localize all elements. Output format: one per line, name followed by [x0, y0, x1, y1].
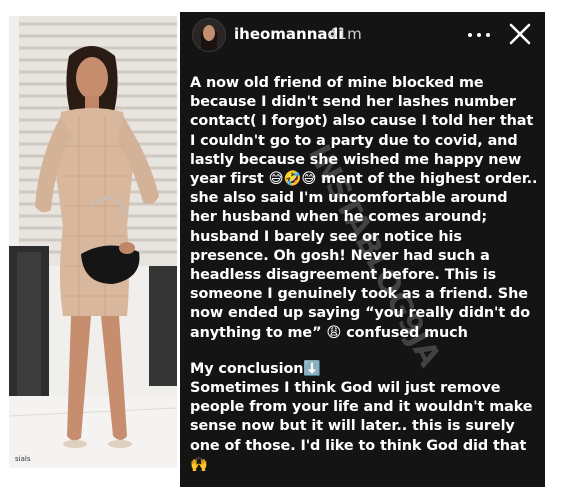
close-icon: [509, 23, 531, 45]
woman-photo-illustration: [9, 16, 177, 468]
story-header: iheomannadi 41m: [180, 12, 545, 58]
paragraph-text: Sometimes I think God wil just remove pe…: [190, 380, 533, 454]
conclusion-heading: My conclusion: [190, 360, 304, 377]
story-paragraph-2: Sometimes I think God wil just remove pe…: [190, 379, 538, 475]
laughing-emoji-icon: 😅🤣😅: [268, 171, 317, 188]
dot-icon: [468, 33, 472, 37]
dot-icon: [477, 33, 481, 37]
story-text: A now old friend of mine blocked me beca…: [190, 74, 538, 475]
more-options-button[interactable]: [468, 26, 494, 44]
paragraph-text: ment of the highest order.. she also sai…: [190, 171, 538, 341]
raised-hands-emoji-icon: 🙌: [190, 456, 208, 473]
tired-face-emoji-icon: 😩: [326, 324, 342, 341]
instagram-story-panel: iheomannadi 41m INSTABLOG9JA A now old f…: [180, 12, 545, 487]
paragraph-text: confused much: [346, 324, 468, 341]
photo-caption: sials: [15, 455, 31, 463]
avatar[interactable]: [192, 18, 226, 52]
dot-icon: [486, 33, 490, 37]
story-conclusion-heading: My conclusion⬇️: [190, 360, 538, 379]
story-paragraph-1: A now old friend of mine blocked me beca…: [190, 74, 538, 343]
story-time: 41m: [328, 25, 362, 43]
profile-photo: sials: [9, 16, 177, 468]
avatar-image: [193, 19, 225, 51]
story-username[interactable]: iheomannadi: [234, 25, 343, 43]
down-arrow-emoji-icon: ⬇️: [303, 360, 322, 377]
close-button[interactable]: [506, 20, 534, 48]
